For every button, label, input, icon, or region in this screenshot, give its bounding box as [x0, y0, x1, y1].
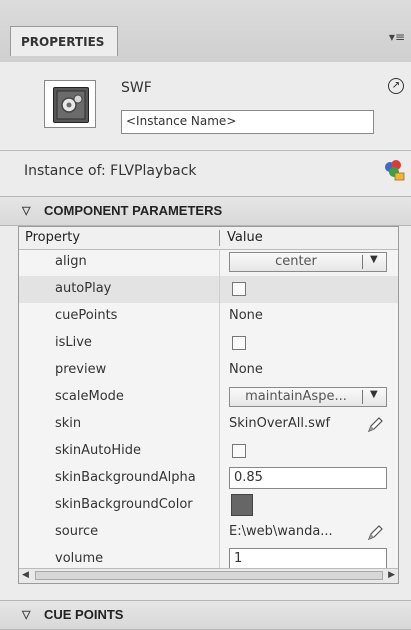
autoplay-checkbox[interactable]: [232, 282, 246, 296]
properties-panel: PROPERTIES ▾≡ SWF ↗ <Instance Name> Inst…: [0, 0, 411, 630]
param-name: volume: [55, 551, 104, 566]
component-parameters-header[interactable]: ▽ COMPONENT PARAMETERS: [0, 196, 411, 226]
chevron-down-icon: ▼: [370, 389, 378, 400]
param-row-align[interactable]: align center ▼: [19, 249, 398, 276]
param-name: skin: [55, 416, 82, 431]
section-title: COMPONENT PARAMETERS: [44, 203, 223, 218]
pencil-icon[interactable]: [365, 415, 385, 435]
color-swatch[interactable]: [231, 494, 253, 516]
param-row-skinbackgroundcolor[interactable]: skinBackgroundColor: [19, 492, 398, 519]
dropdown-divider: [362, 390, 363, 404]
pencil-icon[interactable]: [365, 523, 385, 543]
align-dropdown[interactable]: center ▼: [229, 252, 387, 272]
parameters-grid: Property Value align center ▼ autoPlay c…: [18, 226, 399, 584]
panel-tabbar: PROPERTIES ▾≡: [0, 0, 411, 63]
section-title: CUE POINTS: [44, 607, 124, 622]
dropdown-value: center: [275, 254, 317, 269]
skinautohide-checkbox[interactable]: [232, 444, 246, 458]
scrollbar-thumb[interactable]: [35, 571, 383, 580]
param-value: None: [229, 308, 263, 323]
column-separator: [219, 249, 220, 569]
param-name: isLive: [55, 335, 92, 350]
collapse-triangle-icon[interactable]: ▽: [22, 601, 30, 629]
param-name: align: [55, 254, 87, 269]
skinbackgroundalpha-input[interactable]: 0.85: [229, 467, 387, 489]
param-name: source: [55, 524, 99, 539]
param-value: E:\web\wanda...: [229, 524, 333, 539]
param-name: skinBackgroundAlpha: [55, 470, 196, 485]
swf-gear-icon: [53, 87, 89, 123]
column-header-property[interactable]: Property: [25, 230, 80, 245]
param-name: scaleMode: [55, 389, 124, 404]
param-row-scalemode[interactable]: scaleMode maintainAspe... ▼: [19, 384, 398, 411]
param-row-source[interactable]: source E:\web\wanda...: [19, 519, 398, 546]
param-name: skinAutoHide: [55, 443, 141, 458]
column-header-value[interactable]: Value: [227, 230, 263, 245]
panel-menu-icon[interactable]: ▾≡: [389, 30, 405, 44]
param-row-preview[interactable]: preview None: [19, 357, 398, 384]
instance-name-input[interactable]: <Instance Name>: [121, 110, 374, 134]
chevron-down-icon: ▼: [370, 254, 378, 265]
scroll-right-icon[interactable]: ▶: [388, 570, 395, 580]
param-value: SkinOverAll.swf: [229, 416, 331, 431]
instance-of-label: Instance of: FLVPlayback: [24, 163, 197, 179]
param-row-islive[interactable]: isLive: [19, 330, 398, 357]
scroll-left-icon[interactable]: ◀: [22, 570, 29, 580]
dropdown-value: maintainAspe...: [245, 389, 347, 404]
grid-header: Property Value: [19, 227, 398, 250]
param-row-skinbackgroundalpha[interactable]: skinBackgroundAlpha 0.85: [19, 465, 398, 492]
symbol-type-label: SWF: [121, 80, 152, 96]
param-value: None: [229, 362, 263, 377]
param-name: preview: [55, 362, 107, 377]
param-row-autoplay[interactable]: autoPlay: [19, 276, 398, 303]
scalemode-dropdown[interactable]: maintainAspe... ▼: [229, 387, 387, 407]
component-thumbnail: [44, 80, 96, 128]
param-row-skinautohide[interactable]: skinAutoHide: [19, 438, 398, 465]
swap-symbol-icon[interactable]: [383, 159, 405, 181]
cue-points-header[interactable]: ▽ CUE POINTS: [0, 600, 411, 630]
param-row-skin[interactable]: skin SkinOverAll.swf: [19, 411, 398, 438]
instance-of-row: Instance of: FLVPlayback: [0, 150, 411, 197]
param-name: cuePoints: [55, 308, 118, 323]
collapse-triangle-icon[interactable]: ▽: [22, 197, 30, 225]
volume-input[interactable]: 1: [229, 548, 387, 570]
column-divider[interactable]: [219, 230, 220, 246]
edit-symbol-icon[interactable]: ↗: [388, 78, 404, 94]
param-name: autoPlay: [55, 281, 112, 296]
tab-properties[interactable]: PROPERTIES: [10, 26, 118, 56]
param-row-cuepoints[interactable]: cuePoints None: [19, 303, 398, 330]
param-name: skinBackgroundColor: [55, 497, 193, 512]
horizontal-scrollbar[interactable]: ◀ ▶: [19, 568, 398, 583]
islive-checkbox[interactable]: [232, 336, 246, 350]
dropdown-divider: [362, 255, 363, 269]
